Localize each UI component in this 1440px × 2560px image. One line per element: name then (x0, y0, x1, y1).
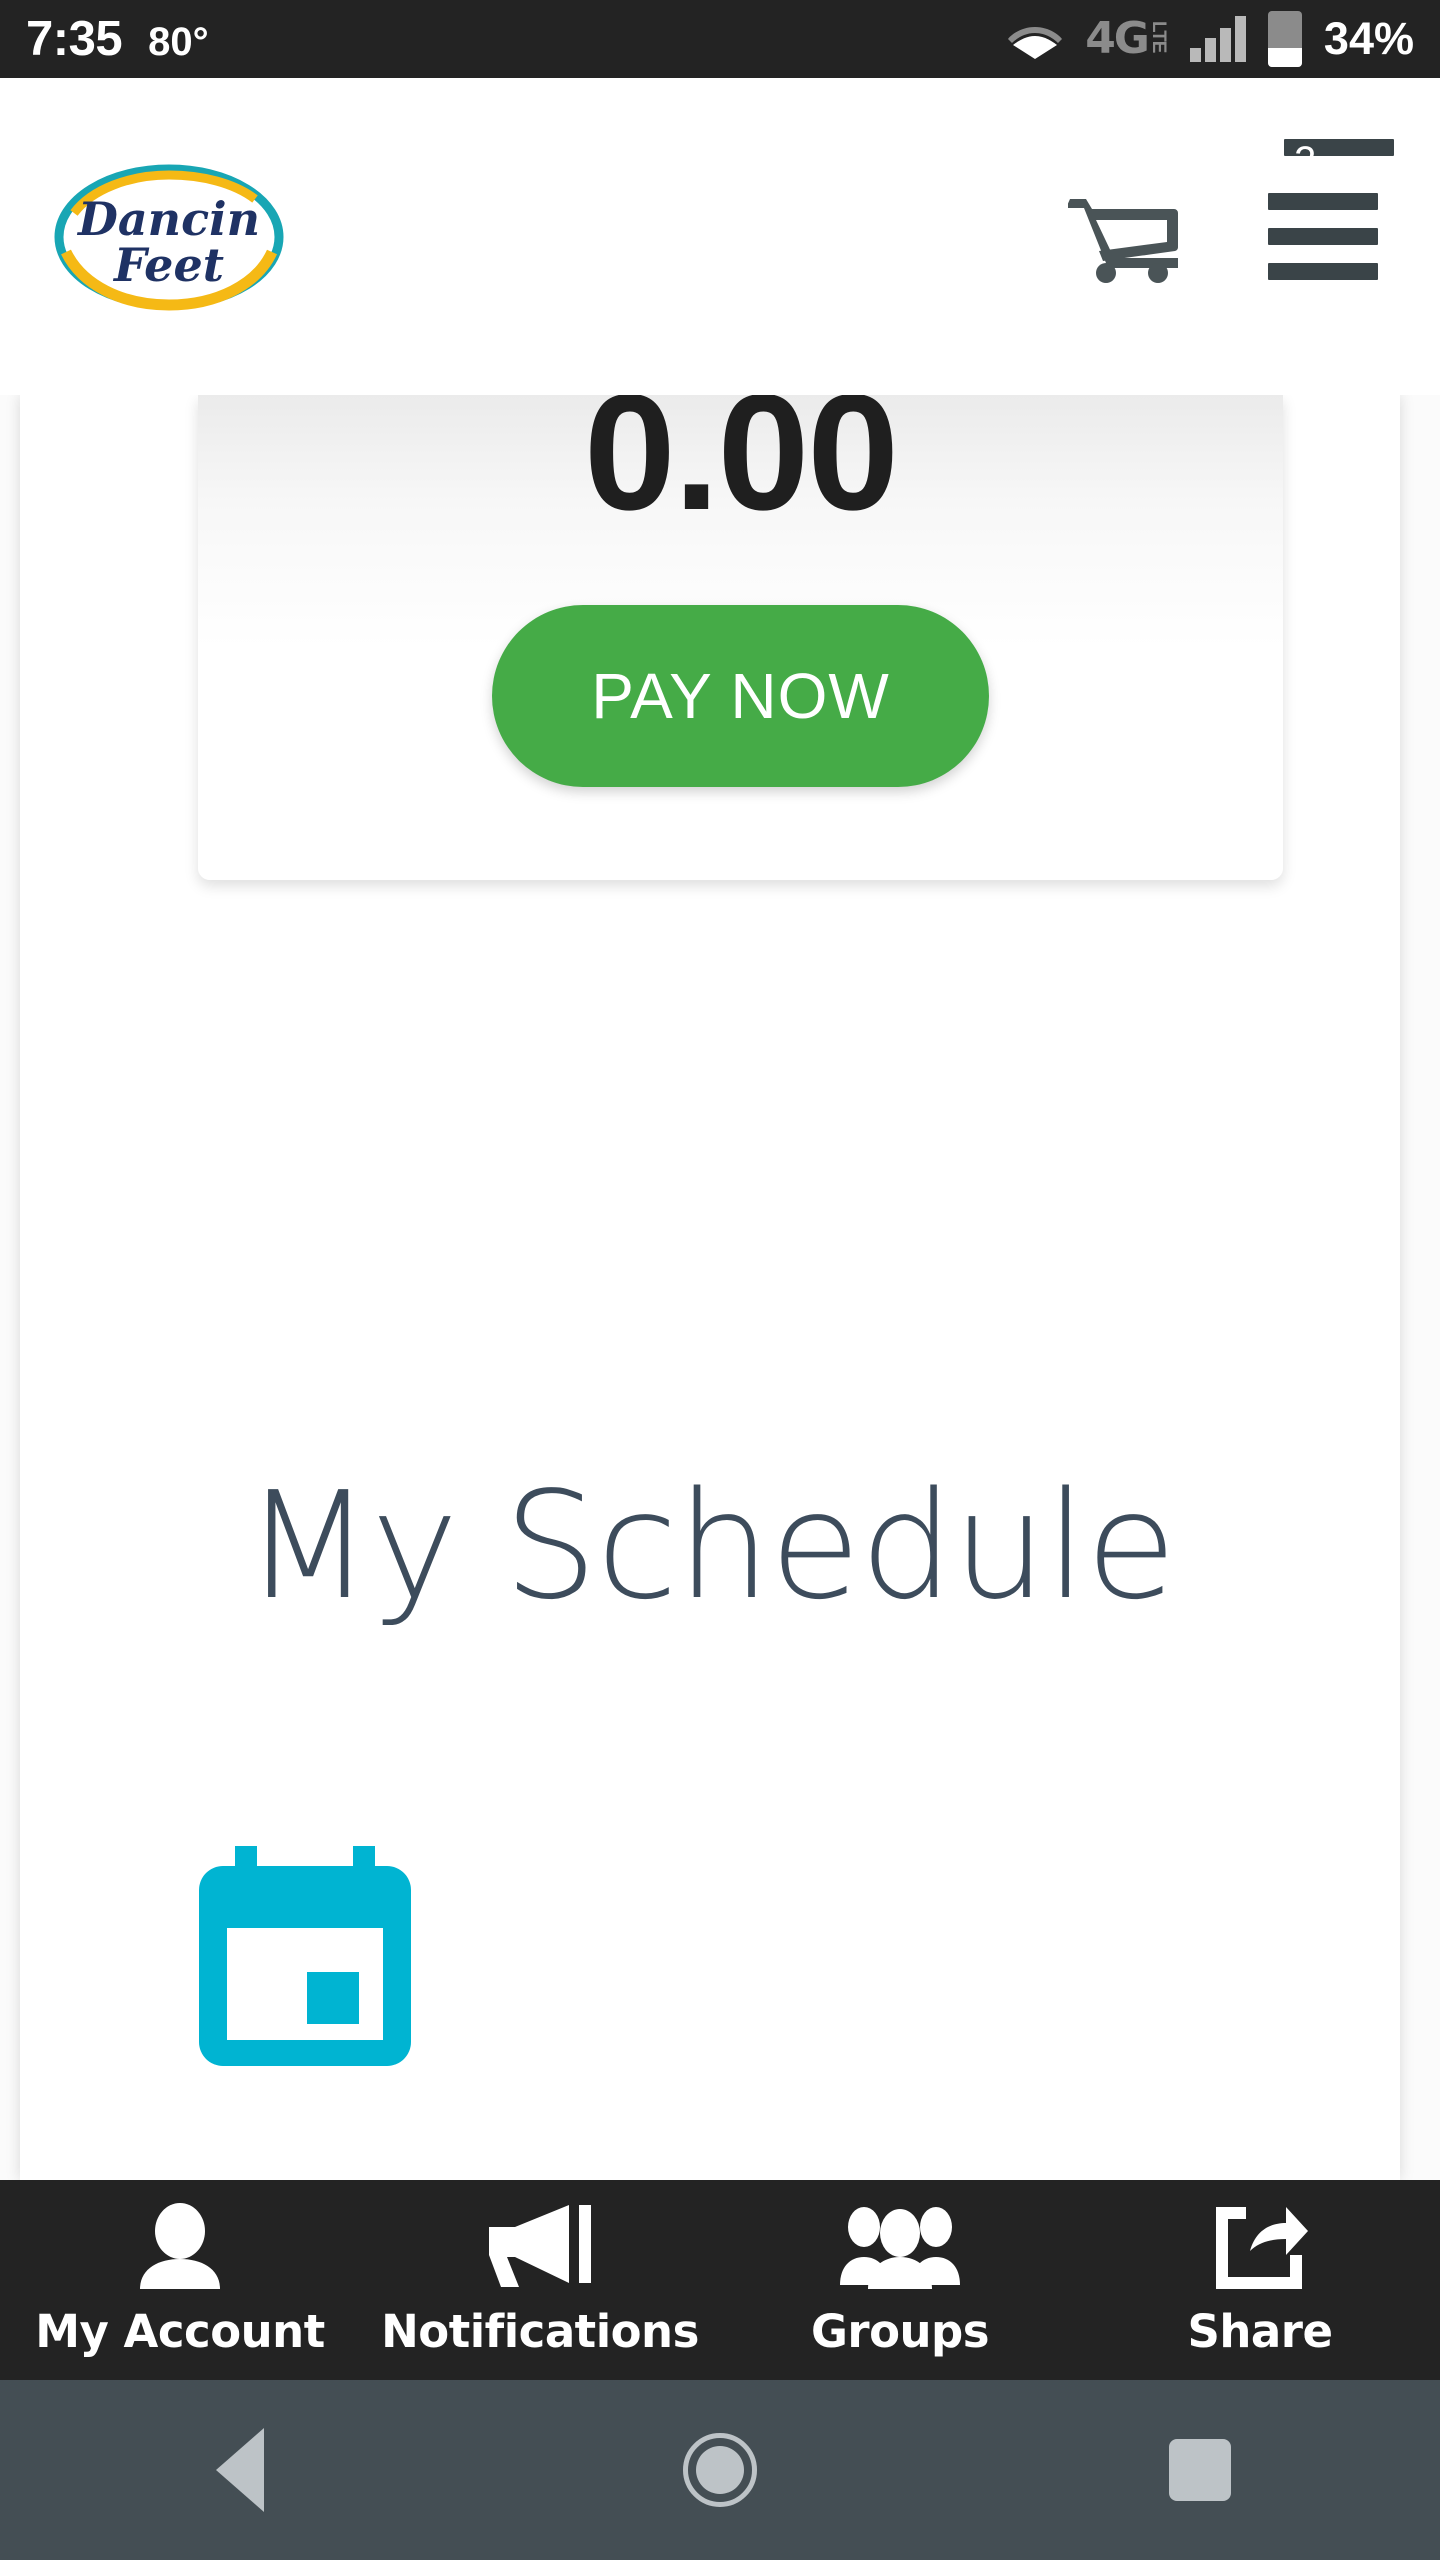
recents-square-icon (1169, 2439, 1231, 2501)
android-nav-bar (0, 2380, 1440, 2560)
tab-label: My Account (35, 2304, 325, 2358)
tab-groups[interactable]: Groups (720, 2180, 1080, 2380)
signal-icon (1189, 16, 1246, 62)
status-bar: 7:35 80° 4G LTE 34% (0, 0, 1440, 78)
calendar-icon (195, 1842, 415, 2072)
header-actions: 2 (1068, 139, 1394, 284)
share-icon (1212, 2203, 1308, 2289)
menu-badge-count: 2 (1284, 139, 1394, 183)
group-icon (838, 2203, 962, 2289)
megaphone-icon (485, 2203, 595, 2289)
tab-label: Share (1187, 2304, 1333, 2358)
home-button[interactable] (480, 2433, 960, 2507)
tab-share[interactable]: Share (1080, 2180, 1440, 2380)
content-panel: 0.00 PAY NOW My Schedule You have no cur… (20, 395, 1400, 2180)
my-schedule-title: My Schedule (244, 1460, 1176, 1632)
recents-button[interactable] (960, 2439, 1440, 2501)
status-time: 7:35 (26, 12, 123, 66)
dancin-feet-logo[interactable]: Dancin Feet (52, 157, 287, 317)
battery-icon (1267, 11, 1302, 67)
wifi-icon (1007, 19, 1063, 59)
status-temperature: 80° (148, 20, 209, 64)
bottom-tab-bar: My Account Notifications Groups Share (0, 2180, 1440, 2380)
status-bar-left: 7:35 80° (26, 11, 209, 67)
network-type-label: 4G (1085, 12, 1150, 64)
tab-label: Notifications (381, 2304, 699, 2358)
cart-icon[interactable] (1068, 189, 1178, 284)
home-circle-icon (683, 2433, 757, 2507)
network-type-icon: 4G LTE (1085, 12, 1169, 64)
tab-label: Groups (810, 2304, 990, 2358)
network-sub-label: LTE (1147, 20, 1169, 53)
tab-notifications[interactable]: Notifications (360, 2180, 720, 2380)
status-bar-right: 4G LTE 34% (1007, 11, 1414, 67)
app-header: Dancin Feet 2 (0, 78, 1440, 395)
balance-amount: 0.00 (583, 395, 899, 544)
battery-percent: 34% (1323, 13, 1414, 64)
phone-screen: 7:35 80° 4G LTE 34% Dancin Feet 2 0.00 P… (0, 0, 1440, 2560)
tab-my-account[interactable]: My Account (0, 2180, 360, 2380)
hamburger-menu-icon[interactable]: 2 (1268, 139, 1394, 284)
pay-now-button[interactable]: PAY NOW (492, 605, 989, 787)
scroll-content[interactable]: 0.00 PAY NOW My Schedule You have no cur… (0, 395, 1440, 2180)
back-triangle-icon (216, 2428, 264, 2512)
back-button[interactable] (0, 2428, 480, 2512)
person-icon (132, 2202, 228, 2289)
balance-card: 0.00 PAY NOW (198, 395, 1283, 880)
svg-text:Feet: Feet (112, 238, 224, 292)
